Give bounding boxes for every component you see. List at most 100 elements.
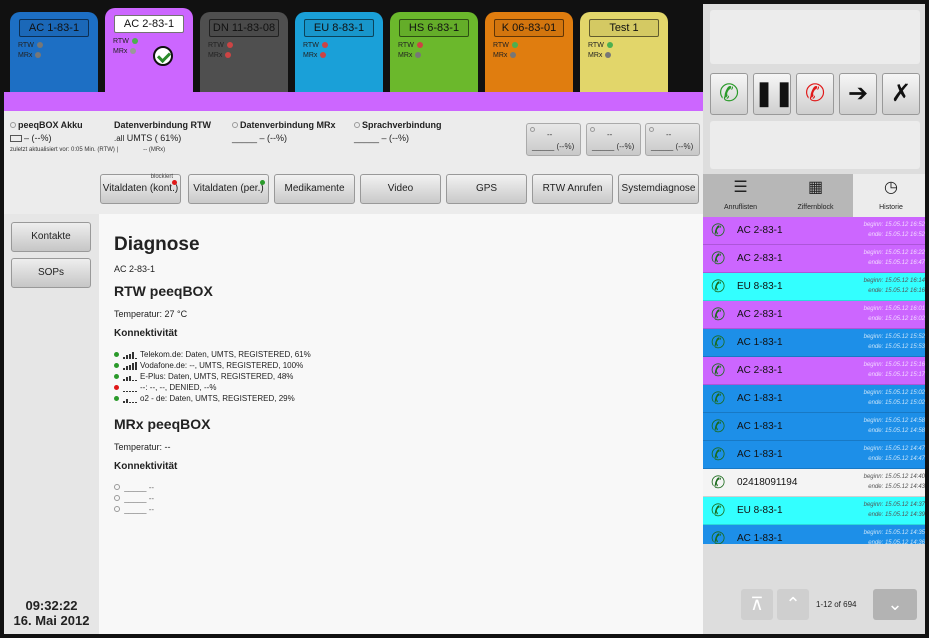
call-history-row[interactable]: ✆ AC 2-83-1 beginn: 15.05.12 16:52 ende: 15… xyxy=(703,217,925,245)
forward-arrow-icon[interactable]: ➔ xyxy=(839,73,877,115)
status-dot xyxy=(114,374,119,380)
sops-button[interactable]: SOPs xyxy=(11,258,91,288)
connectivity-row: _____ -- xyxy=(114,482,703,493)
call-name: AC 2-83-1 xyxy=(737,309,783,320)
connectivity-text: E-Plus: Daten, UMTS, REGISTERED, 48% xyxy=(140,372,294,381)
tab-mrx-label: MRx xyxy=(18,52,33,59)
tab-label: HS 6-83-1 xyxy=(399,19,469,37)
tab-rtw-label: RTW xyxy=(208,42,224,49)
video-button[interactable]: Video xyxy=(360,174,441,204)
tab-6[interactable]: Test 1 RTW MRx xyxy=(580,12,668,92)
call-times: beginn: 15.05.12 14:47 ende: 15.05.12 14:… xyxy=(864,444,925,464)
tab-5[interactable]: K 06-83-01 RTW MRx xyxy=(485,12,573,92)
vitals-periodic-button[interactable]: Vitaldaten (per.) xyxy=(188,174,269,204)
call-name: AC 2-83-1 xyxy=(737,253,783,264)
tab-rtw-label: RTW xyxy=(398,42,414,49)
call-history-row[interactable]: ✆ EU 8-83-1 beginn: 15.05.12 14:37 ende: 15… xyxy=(703,497,925,525)
call-begin: beginn: 15.05.12 15:02 xyxy=(863,390,925,396)
signal-bars-icon xyxy=(123,373,137,381)
call-end: ende: 15.05.12 14:43 xyxy=(868,484,925,490)
tab-0[interactable]: AC 1-83-1 RTW MRx xyxy=(10,12,98,92)
rtw-connection-status: Datenverbindung RTW .all UMTS ( 61%) xyxy=(114,120,211,143)
gps-button[interactable]: GPS xyxy=(446,174,527,204)
call-rtw-label: RTW Anrufen xyxy=(542,183,603,194)
signal-bars-icon xyxy=(123,395,137,403)
call-begin: beginn: 15.05.12 14:58 xyxy=(863,418,925,424)
phone-call-icon: ✆ xyxy=(711,305,726,324)
signal-box-1[interactable]: -- _____ (--%) xyxy=(526,123,581,156)
tab-label: AC 2-83-1 xyxy=(114,15,184,33)
mrx-temperature: Temperatur: -- xyxy=(114,442,171,452)
call-history-row[interactable]: ✆ AC 1-83-1 beginn: 15.05.12 15:52 ende: 15… xyxy=(703,329,925,357)
tab-4[interactable]: HS 6-83-1 RTW MRx xyxy=(390,12,478,92)
active-tab-bar xyxy=(4,92,703,111)
tab-1[interactable]: AC 2-83-1 RTW MRx xyxy=(105,8,193,92)
phone-call-icon: ✆ xyxy=(711,249,726,268)
phone-call-icon: ✆ xyxy=(711,221,726,240)
call-name: AC 2-83-1 xyxy=(737,365,783,376)
connectivity-text: -- xyxy=(148,505,155,514)
status-dot xyxy=(114,385,119,391)
call-times: beginn: 15.05.12 15:16 ende: 15.05.12 15:… xyxy=(864,360,925,380)
tab-history[interactable]: ◷ Historie xyxy=(853,174,925,217)
tab-2[interactable]: DN 11-83-08 RTW MRx xyxy=(200,12,288,92)
tab-mrx-row: MRx xyxy=(493,52,565,60)
connectivity-text: o2 - de: Daten, UMTS, REGISTERED, 29% xyxy=(140,394,295,403)
status-radio-icon xyxy=(114,495,120,501)
video-label: Video xyxy=(387,183,414,194)
connectivity-row: --: --, --, DENIED, --% xyxy=(114,382,703,393)
call-history-row[interactable]: ✆ EU 8-83-1 beginn: 15.05.12 16:14 ende: 15… xyxy=(703,273,925,301)
call-rtw-button[interactable]: RTW Anrufen xyxy=(532,174,613,204)
system-diagnosis-button[interactable]: Systemdiagnose xyxy=(618,174,699,204)
mrx-section-heading: MRx peeqBOX xyxy=(114,416,211,432)
signal-bars-icon xyxy=(123,361,137,370)
next-page-icon[interactable]: ⌄ xyxy=(873,589,917,620)
clock-icon: ◷ xyxy=(884,179,898,196)
call-history-row[interactable]: ✆ AC 2-83-1 beginn: 15.05.12 15:16 ende: 15… xyxy=(703,357,925,385)
call-times: beginn: 15.05.12 14:58 ende: 15.05.12 14:… xyxy=(864,416,925,436)
prev-page-icon[interactable]: ⌃ xyxy=(777,589,809,620)
pager: ⊼ ⌃ 1-12 of 694 ⌄ xyxy=(703,544,925,634)
pause-icon[interactable]: ❚❚ xyxy=(753,73,794,115)
tab-mrx-label: MRx xyxy=(493,52,508,59)
tab-rtw-row: RTW xyxy=(113,38,185,46)
mute-microphone-icon[interactable]: ✗ xyxy=(882,73,920,115)
phone-call-icon: ✆ xyxy=(711,277,726,296)
mrx-status-led xyxy=(130,48,137,55)
call-history-row[interactable]: ✆ AC 2-83-1 beginn: 15.05.12 16:22 ende: 15… xyxy=(703,245,925,273)
vitals-continuous-button[interactable]: blockiert Vitaldaten (kont.) xyxy=(100,174,181,204)
vitals-periodic-label: Vitaldaten (per.) xyxy=(193,183,264,194)
first-page-icon[interactable]: ⊼ xyxy=(741,589,773,620)
call-history-row[interactable]: ✆ AC 2-83-1 beginn: 15.05.12 16:01 ende: 15… xyxy=(703,301,925,329)
hangup-icon[interactable]: ✆ xyxy=(796,73,834,115)
call-tabs: ☰ Anruflisten ▦ Ziffernblock ◷ Historie xyxy=(703,174,925,217)
akku-radio-icon xyxy=(10,122,16,128)
tab-keypad[interactable]: ▦ Ziffernblock xyxy=(778,174,853,217)
signal-box-3[interactable]: -- _____ (--%) xyxy=(645,123,700,156)
status-dot xyxy=(114,352,119,358)
phone-answer-icon[interactable]: ✆ xyxy=(710,73,748,115)
call-history-row[interactable]: ✆ AC 1-83-1 beginn: 15.05.12 14:47 ende: 15… xyxy=(703,441,925,469)
call-name: 02418091194 xyxy=(737,477,798,488)
tab-label: EU 8-83-1 xyxy=(304,19,374,37)
contacts-button[interactable]: Kontakte xyxy=(11,222,91,252)
connectivity-text: --: --, --, DENIED, --% xyxy=(140,383,217,392)
signal-box-label: -- xyxy=(547,130,553,139)
medications-button[interactable]: Medikamente xyxy=(274,174,355,204)
voice-connection-value: – (--%) xyxy=(381,133,410,143)
blocked-tag: blockiert xyxy=(150,174,173,180)
tab-mrx-row: MRx xyxy=(303,52,375,60)
phone-call-icon: ✆ xyxy=(711,501,726,520)
tab-call-lists[interactable]: ☰ Anruflisten xyxy=(703,174,778,217)
signal-box-2[interactable]: -- _____ (--%) xyxy=(586,123,641,156)
clock-date: 16. Mai 2012 xyxy=(13,613,90,628)
tab-3[interactable]: EU 8-83-1 RTW MRx xyxy=(295,12,383,92)
status-dot xyxy=(114,396,119,402)
call-begin: beginn: 15.05.12 16:01 xyxy=(863,306,925,312)
call-history-row[interactable]: ✆ 02418091194 beginn: 15.05.12 14:40 ende: … xyxy=(703,469,925,497)
tab-rtw-label: RTW xyxy=(493,42,509,49)
call-history-row[interactable]: ✆ AC 1-83-1 beginn: 15.05.12 15:02 ende: 15… xyxy=(703,385,925,413)
call-times: beginn: 15.05.12 14:37 ende: 15.05.12 14:… xyxy=(864,500,925,520)
voice-radio-icon xyxy=(354,122,360,128)
call-history-row[interactable]: ✆ AC 1-83-1 beginn: 15.05.12 14:58 ende: 15… xyxy=(703,413,925,441)
